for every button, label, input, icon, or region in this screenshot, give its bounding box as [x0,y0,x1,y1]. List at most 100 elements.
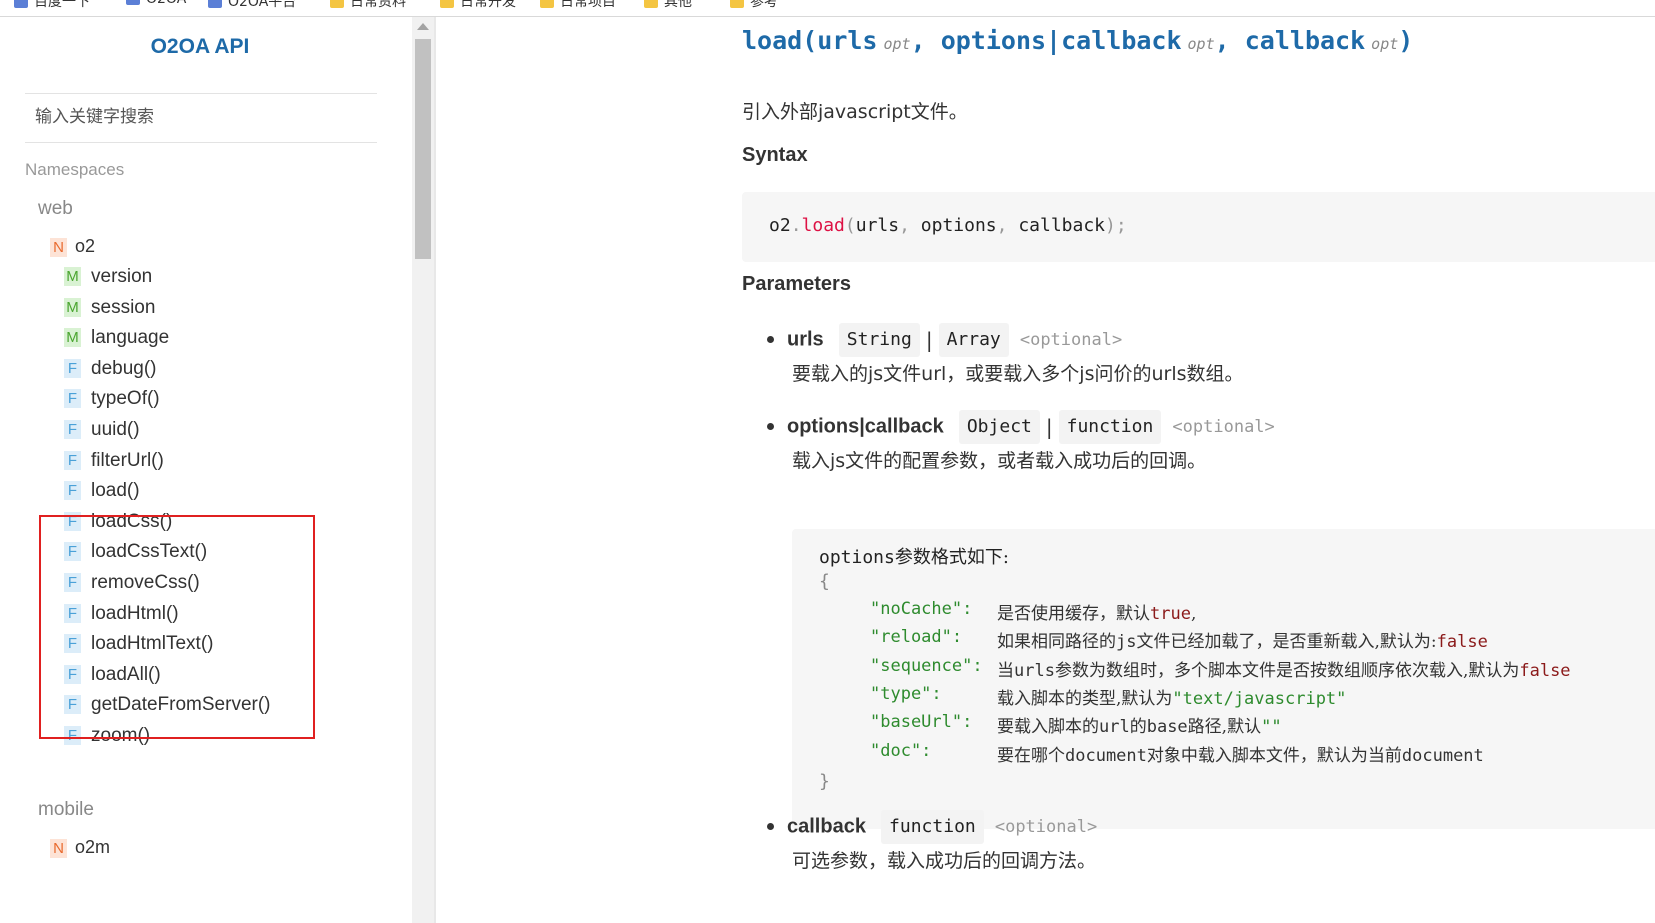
option-value-part: 如果相同路径的 [997,632,1116,652]
bookmark-item[interactable]: 参考 [730,0,778,10]
member-item[interactable]: Fdebug() [64,357,157,381]
namespace-o2m[interactable]: No2m [50,836,110,858]
param-options-callback: options|callback Object | function <option… [767,409,1275,444]
namespaces-heading: Namespaces [25,160,125,179]
member-badge: F [64,481,81,501]
member-item[interactable]: Fuuid() [64,418,140,442]
options-code-block: options参数格式如下: { } "noCache": 是否使用缓存，默认tr… [792,529,1655,829]
option-value-part: 是否使用缓存，默认 [997,604,1150,624]
option-value: 当urls参数为数组时，多个脚本文件是否按数组顺序依次载入,默认为false [997,656,1571,681]
namespace-badge: N [50,838,67,858]
folder-icon [540,0,554,8]
param-description: 可选参数，载入成功后的回调方法。 [792,850,1097,872]
member-item[interactable]: FtypeOf() [64,387,160,411]
bookmark-label: O2OA [146,0,186,7]
member-name: filterUrl() [91,450,164,471]
option-value: 是否使用缓存，默认true, [997,599,1196,624]
param-type: function [881,809,984,844]
bookmark-label: 日常项目 [560,0,616,10]
folder-icon [330,0,344,8]
scrollbar-thumb[interactable] [415,39,431,259]
syntax-heading: Syntax [742,144,808,166]
option-value-part: 文件已经加载了，是否重新载入,默认为: [1136,632,1437,652]
page-icon [126,0,140,5]
option-key: "noCache": [870,599,973,619]
member-name: session [91,297,156,318]
sig-close: ) [1398,26,1414,55]
syntax-code: o2.load(urls, options, callback); [769,215,1127,236]
search-input[interactable] [25,95,365,139]
member-name: uuid() [91,419,140,440]
member-name: debug() [91,358,157,379]
code-token: o2 [769,215,791,236]
member-badge: M [64,298,81,318]
brace-close: } [819,771,830,792]
namespace-name: o2 [75,236,96,256]
bookmark-item[interactable]: O2OA平台 [208,0,296,10]
option-value-part: 参数为数组时，多个脚本文件是否按数组顺序依次载入,默认为 [1054,661,1520,681]
bookmark-label: 百度一下 [34,0,90,10]
param-type: function [1058,409,1162,444]
member-item[interactable]: Fload() [64,479,140,503]
site-title[interactable]: O2OA API [0,35,400,59]
sig-name: load( [742,26,818,55]
code-token: options [819,547,895,568]
scroll-up-arrow-icon[interactable] [417,23,429,30]
sig-param: options|callback [940,26,1182,55]
member-item[interactable]: Mlanguage [64,326,169,350]
code-token: urls [855,215,900,236]
member-item[interactable]: Msession [64,296,155,320]
folder-icon [644,0,658,8]
sig-opt: opt [1187,35,1215,53]
folder-icon [730,0,744,8]
member-name: version [91,266,153,287]
bookmark-label: 其他 [664,0,692,10]
option-value: 载入脚本的类型,默认为"text/javascript" [997,684,1346,709]
code-token: 参数格式如下: [894,547,1009,568]
option-key: "sequence": [870,656,983,676]
bookmark-item[interactable]: 日常项目 [540,0,616,10]
option-value: 如果相同路径的js文件已经加载了，是否重新载入,默认为:false [997,627,1488,652]
page-icon [14,0,28,8]
member-name: typeOf() [91,388,160,409]
param-description: 载入js文件的配置参数，或者载入成功后的回调。 [792,450,1207,472]
bullet [767,336,774,343]
param-type: Object [958,409,1040,444]
option-key: "reload": [870,627,963,647]
code-token: callback [1018,215,1106,236]
option-value-part: false [1519,661,1571,681]
brace-open: { [819,571,830,592]
member-name: load() [91,480,140,501]
member-badge: F [64,389,81,409]
param-name: options|callback [787,415,944,438]
option-value-part: document [1401,746,1484,766]
bookmark-item[interactable]: 日常资料 [330,0,406,10]
sig-comma: , [910,26,926,55]
namespace-o2[interactable]: No2 [50,235,95,257]
param-type: String [838,322,920,357]
option-value-part: 载入脚本的类型,默认为 [997,689,1173,709]
group-label-web: web [38,198,73,219]
code-token: , [996,215,1008,236]
option-value-part: 对象中载入脚本文件，默认为当前 [1146,746,1402,766]
sidebar-scrollbar[interactable] [412,17,434,923]
folder-icon [440,0,454,8]
bookmark-item[interactable]: O2OA [126,0,186,7]
bookmark-label: 日常开发 [460,0,516,10]
option-key: "doc": [870,741,932,761]
option-value-part: 要载入脚本的 [997,717,1099,737]
bookmark-item[interactable]: 其他 [644,0,692,10]
option-value-part: 要在哪个 [997,746,1065,766]
option-key: "type": [870,684,942,704]
sig-comma: , [1214,26,1230,55]
code-token: options [920,215,997,236]
option-value: 要载入脚本的url的base路径,默认"" [997,712,1282,737]
code-token: . [790,215,802,236]
member-item[interactable]: Mversion [64,265,152,289]
bookmark-item[interactable]: 百度一下 [14,0,90,10]
member-item[interactable]: FfilterUrl() [64,449,164,473]
sig-opt: opt [1371,35,1399,53]
option-value-part: 路径,默认 [1187,717,1262,737]
member-badge: M [64,267,81,287]
bookmark-item[interactable]: 日常开发 [440,0,516,10]
